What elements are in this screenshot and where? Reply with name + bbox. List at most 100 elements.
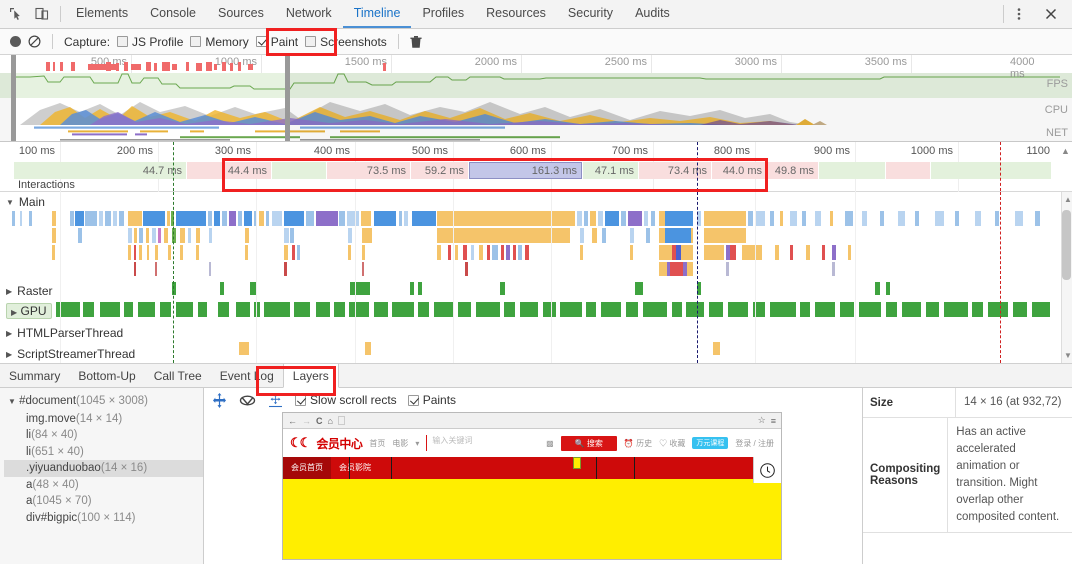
layer-row-div-bigpic[interactable]: div#bigpic(100 × 114) (4, 510, 203, 527)
btab-event-log[interactable]: Event Log (211, 364, 283, 387)
layer-row-document[interactable]: ▼ #document(1045 × 3008) (4, 393, 203, 411)
frame-11[interactable] (886, 162, 930, 179)
preview-chart-icon[interactable]: ▩ (546, 439, 554, 448)
checkbox-paint[interactable]: Paint (255, 35, 298, 49)
checkbox-js-profile[interactable]: JS Profile (117, 35, 183, 49)
paints-box[interactable] (407, 394, 419, 406)
scroll-up-arrow-icon[interactable]: ▲ (1064, 195, 1072, 204)
forward-arrow-icon[interactable]: → (302, 416, 311, 426)
gpu-pill[interactable]: ▶ GPU (6, 303, 52, 319)
layer-row-a-1045[interactable]: a(1045 × 70) (4, 493, 203, 510)
gpu-track-bars[interactable] (56, 302, 1072, 318)
checkbox-screenshots[interactable]: Screenshots (305, 35, 387, 49)
track-header-raster[interactable]: ▶ Raster (0, 284, 53, 298)
flame-chart-area[interactable]: ▼ Main ▶ Raster ▶ GPU ▶ HTMLParserThread… (0, 192, 1072, 364)
tab-timeline[interactable]: Timeline (342, 0, 412, 28)
checkbox-paints[interactable]: Paints (407, 393, 456, 407)
slow-scroll-rects-box[interactable] (295, 394, 306, 406)
frame-5[interactable]: 161.3 ms (469, 162, 582, 179)
raster-track-bars[interactable] (0, 282, 1060, 296)
device-toolbar-icon[interactable] (34, 6, 50, 22)
tab-security[interactable]: Security (557, 0, 624, 28)
star-icon[interactable]: ☆ (758, 415, 766, 426)
js-profile-box[interactable] (117, 36, 129, 47)
frame-4[interactable]: 59.2 ms (411, 162, 468, 179)
frame-2[interactable] (272, 162, 326, 179)
frame-12[interactable] (931, 162, 1051, 179)
preview-account-link[interactable]: 登录 / 注册 (735, 438, 774, 449)
layer-row-yiyuanduobao[interactable]: .yiyuanduobao(14 × 16) (4, 460, 203, 477)
preview-tab-0[interactable]: 会员首页 (283, 457, 331, 479)
frame-9[interactable]: 49.8 ms (767, 162, 818, 179)
timeline-overview[interactable]: 500 ms 1000 ms 1500 ms 2000 ms 2500 ms 3… (0, 55, 1072, 142)
preview-nav-link-0[interactable]: 首页 (369, 438, 385, 449)
hamburger-menu-icon[interactable]: ≡ (771, 416, 776, 426)
frame-3[interactable]: 73.5 ms (327, 162, 410, 179)
frame-0[interactable]: 44.7 ms (14, 162, 186, 179)
flame-scrollbar-thumb[interactable] (1062, 210, 1071, 280)
btab-call-tree[interactable]: Call Tree (145, 364, 211, 387)
home-icon[interactable]: ⌂ (328, 416, 333, 426)
page-preview[interactable]: ← → C ⌂ ☆ ≡ ☾☾ 会员中心 首页 电影 ▾ 输入关键词 ▩ 🔍 搜索… (282, 412, 782, 560)
preview-nav-link-1[interactable]: 电影 (392, 438, 408, 449)
preview-nav-caret-icon[interactable]: ▾ (415, 439, 419, 448)
back-arrow-icon[interactable]: ← (288, 416, 297, 426)
preview-history-link[interactable]: ⏰ 历史 (624, 438, 652, 449)
caret-down-icon-document[interactable]: ▼ (8, 394, 16, 411)
reload-icon[interactable]: C (316, 416, 323, 426)
clear-prohibited-icon[interactable] (28, 35, 41, 48)
track-header-gpu[interactable]: ▶ GPU (0, 303, 52, 319)
ruler-tick-2: 300 ms (214, 145, 251, 157)
rotate-icon[interactable] (239, 392, 256, 409)
layer-row-a-48[interactable]: a(48 × 40) (4, 477, 203, 494)
btab-summary[interactable]: Summary (0, 364, 69, 387)
frame-1[interactable]: 44.4 ms (187, 162, 271, 179)
layer-row-li-84[interactable]: li(84 × 40) (4, 427, 203, 444)
layer-row-img-move[interactable]: img.move(14 × 14) (4, 411, 203, 428)
screenshots-box[interactable] (305, 36, 317, 47)
layers-tree[interactable]: ▼ #document(1045 × 3008) img.move(14 × 1… (0, 388, 204, 564)
close-icon[interactable] (1043, 6, 1059, 22)
preview-favorites-link[interactable]: ♡ 收藏 (659, 438, 685, 449)
tab-sources[interactable]: Sources (207, 0, 275, 28)
tab-resources[interactable]: Resources (475, 0, 557, 28)
btab-layers[interactable]: Layers (282, 364, 339, 388)
tab-network[interactable]: Network (275, 0, 343, 28)
ruler-tick-4: 500 ms (411, 145, 448, 157)
flame-scrollbar[interactable]: ▲ ▼ (1061, 192, 1072, 363)
more-vertical-icon[interactable] (1011, 6, 1027, 22)
ruler-collapse-arrow-icon[interactable]: ▲ (1060, 144, 1071, 158)
frame-6[interactable]: 47.1 ms (583, 162, 638, 179)
tab-profiles[interactable]: Profiles (411, 0, 475, 28)
btab-bottom-up[interactable]: Bottom-Up (69, 364, 144, 387)
pan-move-icon[interactable] (211, 392, 228, 409)
track-header-scriptstreamer[interactable]: ▶ ScriptStreamerThread (0, 347, 135, 361)
overview-handle-left[interactable] (11, 55, 16, 141)
track-header-main[interactable]: ▼ Main (0, 195, 45, 209)
checkbox-slow-scroll-rects[interactable]: Slow scroll rects (295, 393, 397, 407)
overview-handle-right[interactable] (285, 55, 290, 141)
preview-promo-badge[interactable]: 万元课程 (692, 437, 729, 449)
layer-row-li-651[interactable]: li(651 × 40) (4, 444, 203, 461)
tab-audits[interactable]: Audits (624, 0, 681, 28)
track-header-htmlparser[interactable]: ▶ HTMLParserThread (0, 326, 123, 340)
frame-10[interactable] (819, 162, 885, 179)
layers-viewport[interactable]: Slow scroll rects Paints ← → C ⌂ ☆ ≡ ☾☾ … (204, 388, 862, 564)
memory-box[interactable] (190, 36, 202, 47)
frame-7[interactable]: 73.4 ms (639, 162, 711, 179)
frame-8[interactable]: 44.0 ms (712, 162, 766, 179)
scroll-down-arrow-icon[interactable]: ▼ (1064, 351, 1072, 360)
paint-box[interactable] (255, 36, 267, 47)
reset-transform-icon[interactable] (267, 392, 284, 409)
inspect-cursor-icon[interactable] (8, 6, 24, 22)
trash-icon[interactable] (410, 35, 422, 49)
tab-console[interactable]: Console (139, 0, 207, 28)
preview-tab-1[interactable]: 会员影院 (331, 457, 379, 479)
preview-search-button[interactable]: 🔍 搜索 (560, 435, 617, 451)
preview-search-input[interactable]: 输入关键词 (426, 435, 539, 451)
layers-3d-canvas[interactable]: ← → C ⌂ ☆ ≡ ☾☾ 会员中心 首页 电影 ▾ 输入关键词 ▩ 🔍 搜索… (204, 412, 862, 564)
tab-elements[interactable]: Elements (65, 0, 139, 28)
scriptstreamer-track-bars[interactable] (0, 342, 1060, 356)
checkbox-memory[interactable]: Memory (190, 35, 249, 49)
record-circle-icon[interactable] (10, 36, 21, 47)
